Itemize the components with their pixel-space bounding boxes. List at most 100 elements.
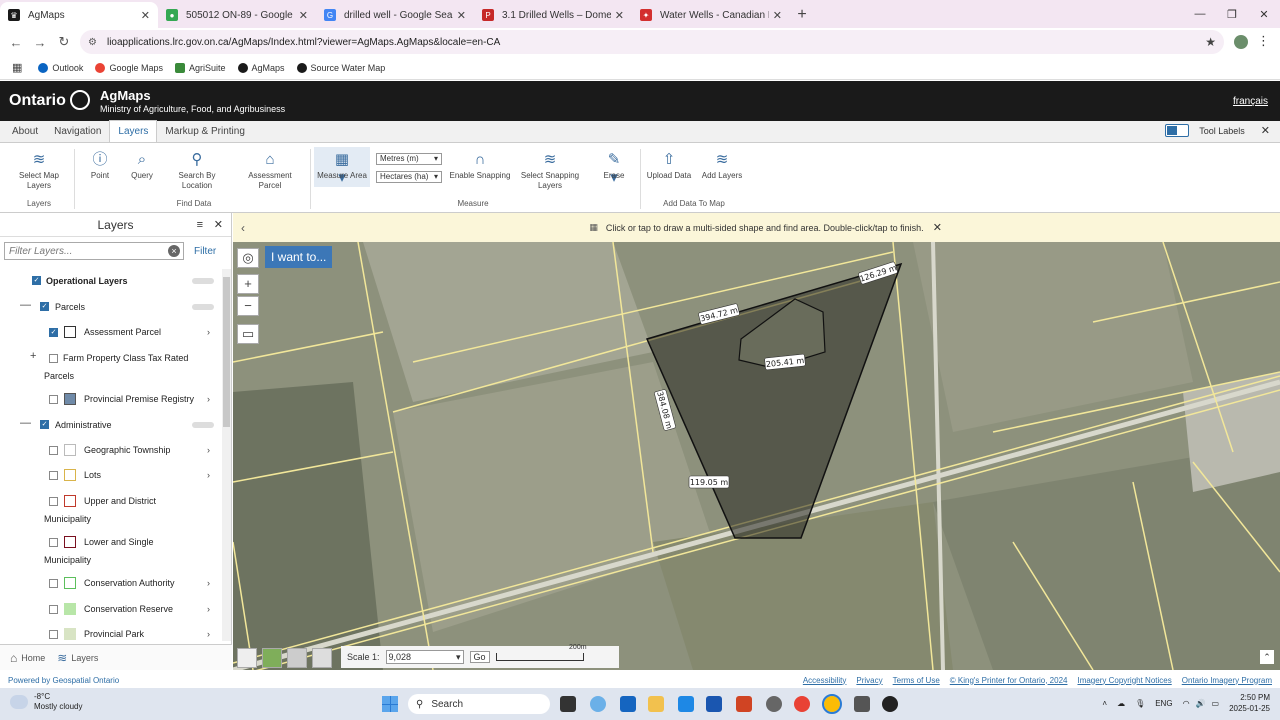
new-tab-icon[interactable]: + [790,2,814,28]
bookmark-star-icon[interactable]: ★ [1205,35,1216,49]
close-tab-icon[interactable]: ✕ [457,9,466,22]
upload-data-button[interactable]: ⇧ Upload Data [646,147,692,181]
chrome-active-icon[interactable] [822,694,842,714]
language-toggle-link[interactable]: français [1233,96,1268,107]
browser-tab-water-wells[interactable]: ✦ Water Wells - Canadian Home ✕ [632,2,790,28]
collapse-panel-icon[interactable]: ‹ [241,221,245,235]
collapse-icon[interactable]: — [20,417,31,429]
footer-link[interactable]: Ontario Imagery Program [1182,676,1272,685]
microphone-icon[interactable]: 🎙 [1135,699,1145,708]
browser-menu-icon[interactable]: ⋮ [1257,33,1270,49]
task-view-icon[interactable] [560,696,576,712]
assessment-parcel-button[interactable]: ⌂ Assessment Parcel [244,147,296,191]
apps-grid-icon[interactable]: ▦ [12,61,22,74]
chevron-right-icon[interactable]: › [207,578,210,588]
app-icon[interactable] [882,696,898,712]
footer-link[interactable]: Imagery Copyright Notices [1077,676,1171,685]
query-button[interactable]: ⌕ Query [124,147,160,181]
expand-icon[interactable]: + [30,350,36,362]
browser-tab-agmaps[interactable]: ♛ AgMaps ✕ [0,2,158,28]
filter-button[interactable]: Filter [194,246,216,257]
input-language[interactable]: ENG [1155,699,1172,708]
close-window-icon[interactable]: ✕ [1248,0,1280,28]
profile-avatar[interactable] [1234,35,1248,49]
network-icon[interactable]: ☁ [1117,699,1125,708]
scale-input[interactable]: 9,028 [385,650,464,664]
layer-checkbox[interactable]: ✓ [40,420,49,429]
layer-checkbox[interactable] [49,497,58,506]
home-tab[interactable]: Home [21,653,45,663]
layer-checkbox[interactable] [49,471,58,480]
layers-icon[interactable]: ≋ [57,651,67,665]
settings-gear-icon[interactable] [766,696,782,712]
close-tab-icon[interactable]: ✕ [773,9,782,22]
search-by-location-button[interactable]: ⚲ Search By Location [172,147,222,191]
locate-me-icon[interactable]: ◎ [237,248,259,268]
zoom-out-icon[interactable]: − [237,296,259,316]
footer-link[interactable]: Terms of Use [893,676,940,685]
layer-checkbox[interactable]: ✓ [32,276,41,285]
filter-layers-input[interactable]: Filter Layers... × [4,242,184,260]
tool-labels-toggle[interactable] [1165,124,1190,137]
area-units-select[interactable]: Hectares (ha) [376,171,442,183]
basemap-thumb-icon[interactable] [287,648,307,668]
word-icon[interactable] [706,696,722,712]
layers-scrollbar[interactable] [222,269,231,641]
opacity-slider[interactable] [192,278,214,284]
bookmark-agrisuite[interactable]: AgriSuite [174,62,226,73]
close-tab-icon[interactable]: ✕ [141,9,150,22]
map-view[interactable]: 394.72 m 126.29 m 205.41 m 384.08 m 119.… [233,242,1280,670]
close-panel-icon[interactable]: ✕ [214,218,223,231]
tab-navigation[interactable]: Navigation [46,120,109,142]
chevron-right-icon[interactable]: › [207,445,210,455]
enable-snapping-button[interactable]: ∩ Enable Snapping [448,147,512,181]
bookmark-outlook[interactable]: Outlook [38,62,83,73]
zoom-in-icon[interactable]: + [237,274,259,294]
opacity-slider[interactable] [192,304,214,310]
layer-checkbox[interactable]: ✓ [49,328,58,337]
outlook-app-icon[interactable] [620,696,636,712]
clock-time[interactable]: 2:50 PM [1240,693,1270,702]
map-expand-icon[interactable]: ⌃ [1260,650,1274,664]
opacity-slider[interactable] [192,422,214,428]
i-want-to-button[interactable]: I want to... [265,246,333,268]
tab-about[interactable]: About [4,120,46,142]
home-icon[interactable]: ⌂ [10,651,17,665]
scale-go-button[interactable]: Go [469,651,490,663]
footer-link[interactable]: © King's Printer for Ontario, 2024 [950,676,1068,685]
clear-filter-icon[interactable]: × [168,245,180,257]
close-banner-icon[interactable]: ✕ [933,221,942,234]
close-toolbar-icon[interactable]: ✕ [1261,124,1270,137]
footer-link[interactable]: Privacy [856,676,882,685]
battery-icon[interactable]: ▭ [1212,699,1220,708]
length-units-select[interactable]: Metres (m) [376,153,442,165]
media-player-icon[interactable] [678,696,694,712]
volume-icon[interactable]: 🔊 [1196,699,1206,708]
site-info-icon[interactable]: ⚙ [88,37,97,48]
chevron-right-icon[interactable]: › [207,629,210,639]
panel-menu-icon[interactable]: ≡ [197,219,203,231]
close-tab-icon[interactable]: ✕ [615,9,624,22]
forward-icon[interactable]: → [28,35,52,50]
layer-checkbox[interactable] [49,354,58,363]
powered-by-link[interactable]: Powered by Geospatial Ontario [8,676,119,685]
browser-tab-google-search[interactable]: G drilled well - Google Search ✕ [316,2,474,28]
bookmark-google-maps[interactable]: Google Maps [95,62,163,73]
chevron-right-icon[interactable]: › [207,394,210,404]
reload-icon[interactable]: ↻ [52,34,76,50]
add-layers-button[interactable]: ≋ Add Layers [700,147,744,181]
basemap-thumb-icon[interactable] [237,648,257,668]
point-button[interactable]: ⓘ Point [82,147,118,181]
select-map-layers-button[interactable]: ≋ Select Map Layers [14,147,64,191]
layer-checkbox[interactable] [49,605,58,614]
tab-markup-printing[interactable]: Markup & Printing [157,120,252,142]
close-tab-icon[interactable]: ✕ [299,9,308,22]
taskbar-search[interactable]: ⚲ Search [408,694,550,714]
layer-checkbox[interactable] [49,538,58,547]
chevron-right-icon[interactable]: › [207,604,210,614]
bookmark-agmaps[interactable]: AgMaps [237,62,285,73]
minimize-icon[interactable]: — [1184,0,1216,28]
restore-icon[interactable]: ❐ [1216,0,1248,28]
file-explorer-icon[interactable] [648,696,664,712]
layer-checkbox[interactable]: ✓ [40,302,49,311]
